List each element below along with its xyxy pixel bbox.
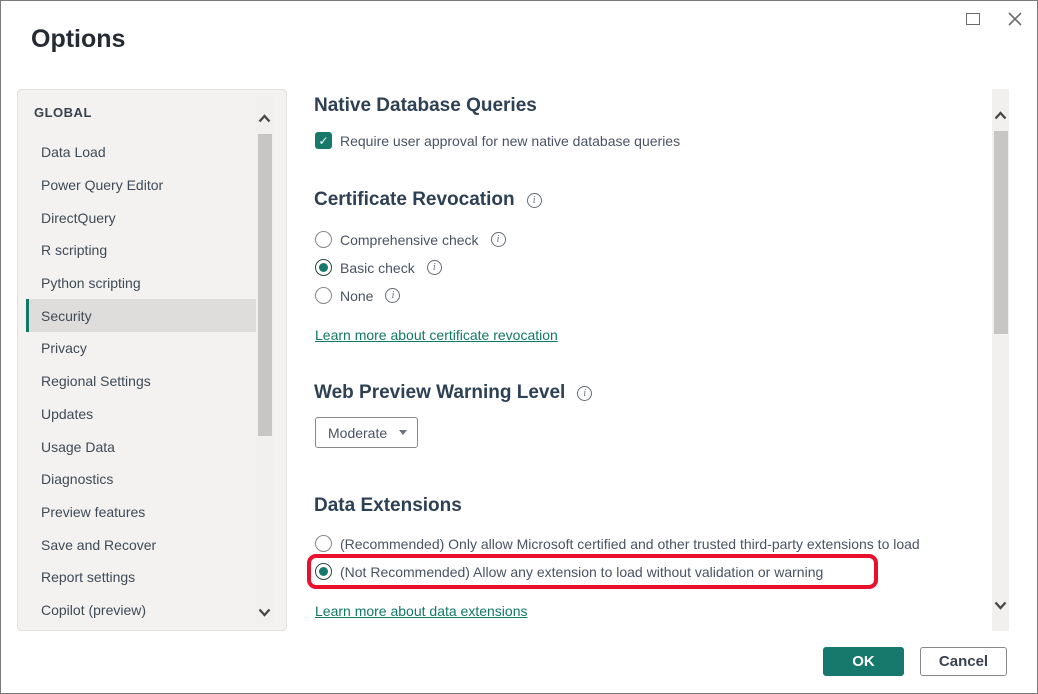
comprehensive-check-row: Comprehensive check i (315, 231, 506, 248)
chevron-down-icon (994, 601, 1007, 610)
basic-check-label: Basic check (340, 260, 415, 276)
sidebar-item-save-and-recover[interactable]: Save and Recover (26, 528, 258, 561)
sidebar-item-preview-features[interactable]: Preview features (26, 496, 258, 529)
content-scroll-up-button[interactable] (992, 105, 1009, 125)
none-row: None i (315, 287, 400, 304)
sidebar-scrollbar-thumb[interactable] (258, 134, 272, 436)
not-recommended-extensions-radio[interactable] (315, 563, 332, 580)
require-approval-label: Require user approval for new native dat… (340, 133, 680, 149)
recommended-extensions-label: (Recommended) Only allow Microsoft certi… (340, 536, 920, 552)
close-button[interactable] (1001, 7, 1029, 31)
info-icon[interactable]: i (577, 386, 592, 401)
content-scrollbar-thumb[interactable] (994, 131, 1008, 334)
comprehensive-check-label: Comprehensive check (340, 232, 479, 248)
sidebar-item-python-scripting[interactable]: Python scripting (26, 267, 258, 300)
sidebar-scroll-up-button[interactable] (256, 108, 273, 128)
basic-check-row: Basic check i (315, 259, 442, 276)
sidebar-item-report-settings[interactable]: Report settings (26, 561, 258, 594)
comprehensive-check-radio[interactable] (315, 231, 332, 248)
content-scrollbar[interactable] (992, 89, 1009, 631)
none-radio[interactable] (315, 287, 332, 304)
sidebar-item-data-load[interactable]: Data Load (26, 136, 258, 169)
certificate-revocation-heading-text: Certificate Revocation (314, 189, 515, 211)
window-controls (959, 7, 1029, 31)
sidebar-item-power-query-editor[interactable]: Power Query Editor (26, 169, 258, 202)
chevron-up-icon (258, 114, 271, 123)
info-icon[interactable]: i (385, 288, 400, 303)
none-label: None (340, 288, 373, 304)
sidebar-scrollbar[interactable] (256, 96, 273, 624)
sidebar-item-diagnostics[interactable]: Diagnostics (26, 463, 258, 496)
native-database-queries-heading-text: Native Database Queries (314, 95, 537, 117)
info-icon[interactable]: i (491, 232, 506, 247)
sidebar-item-copilot-preview[interactable]: Copilot (preview) (26, 594, 258, 627)
not-recommended-extensions-label: (Not Recommended) Allow any extension to… (340, 564, 823, 580)
maximize-button[interactable] (959, 7, 987, 31)
content-scroll-down-button[interactable] (992, 595, 1009, 615)
sidebar-item-privacy[interactable]: Privacy (26, 332, 258, 365)
certificate-revocation-heading: Certificate Revocation i (314, 189, 542, 211)
certificate-revocation-link[interactable]: Learn more about certificate revocation (315, 327, 558, 343)
cancel-button[interactable]: Cancel (920, 647, 1007, 676)
maximize-icon (966, 13, 980, 25)
sidebar-item-security[interactable]: Security (26, 299, 258, 332)
web-preview-heading: Web Preview Warning Level i (314, 382, 592, 404)
recommended-extensions-radio[interactable] (315, 535, 332, 552)
sidebar-item-directquery[interactable]: DirectQuery (26, 201, 258, 234)
ok-button[interactable]: OK (823, 647, 904, 676)
info-icon[interactable]: i (427, 260, 442, 275)
data-extensions-link[interactable]: Learn more about data extensions (315, 603, 527, 619)
not-recommended-extensions-row: (Not Recommended) Allow any extension to… (315, 563, 823, 580)
warning-level-dropdown[interactable]: Moderate (315, 417, 418, 448)
require-approval-row: ✓ Require user approval for new native d… (315, 132, 680, 149)
sidebar-scroll-down-button[interactable] (256, 602, 273, 622)
require-approval-checkbox[interactable]: ✓ (315, 132, 332, 149)
caret-down-icon (399, 430, 407, 435)
native-database-queries-heading: Native Database Queries (314, 95, 537, 117)
sidebar-item-regional-settings[interactable]: Regional Settings (26, 365, 258, 398)
sidebar-list: Data Load Power Query Editor DirectQuery… (18, 136, 258, 626)
web-preview-heading-text: Web Preview Warning Level (314, 382, 565, 404)
sidebar: GLOBAL Data Load Power Query Editor Dire… (17, 89, 287, 631)
basic-check-radio[interactable] (315, 259, 332, 276)
warning-level-dropdown-value: Moderate (328, 425, 387, 441)
data-extensions-heading: Data Extensions (314, 495, 462, 517)
check-icon: ✓ (318, 134, 328, 148)
chevron-up-icon (994, 111, 1007, 120)
chevron-down-icon (258, 608, 271, 617)
sidebar-item-usage-data[interactable]: Usage Data (26, 430, 258, 463)
sidebar-item-r-scripting[interactable]: R scripting (26, 234, 258, 267)
sidebar-item-updates[interactable]: Updates (26, 398, 258, 431)
close-icon (1007, 11, 1023, 27)
sidebar-header: GLOBAL (34, 105, 92, 120)
page-title: Options (31, 25, 125, 54)
info-icon[interactable]: i (527, 193, 542, 208)
recommended-extensions-row: (Recommended) Only allow Microsoft certi… (315, 535, 920, 552)
options-dialog: { "window": { "title": "Options" }, "sid… (0, 0, 1038, 694)
data-extensions-heading-text: Data Extensions (314, 495, 462, 517)
